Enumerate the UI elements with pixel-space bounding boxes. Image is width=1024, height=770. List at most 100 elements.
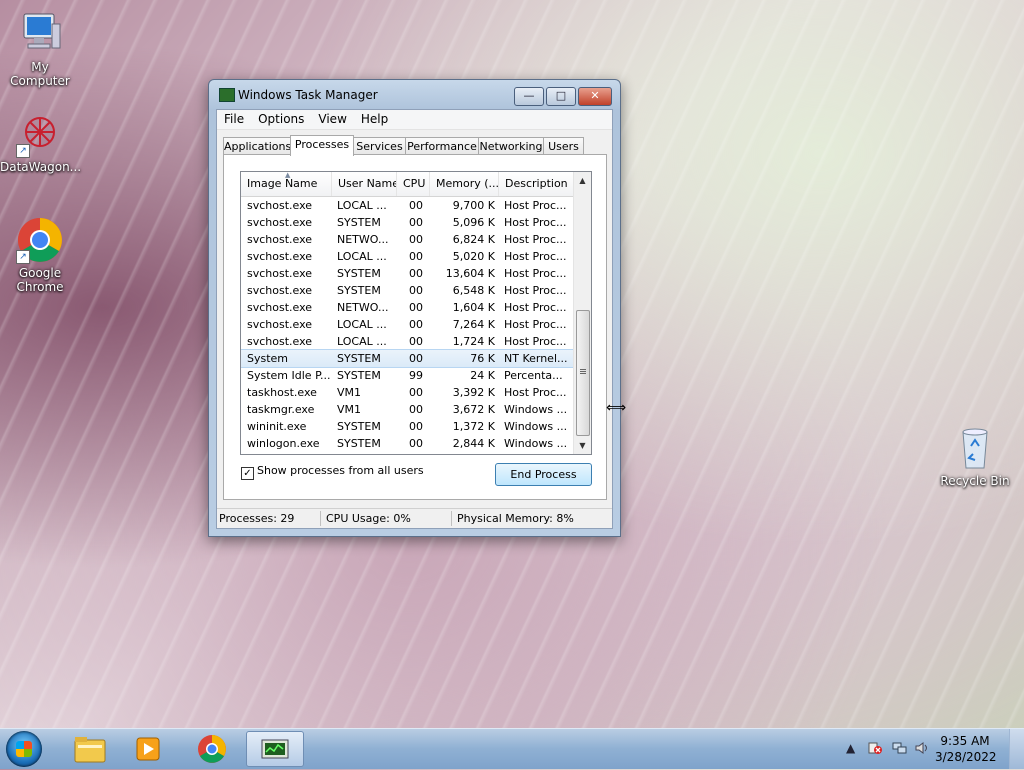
scrollbar-thumb[interactable] — [576, 310, 590, 436]
cell-cpu: 00 — [409, 386, 423, 399]
tab-users[interactable]: Users — [543, 137, 584, 155]
cell-image: svchost.exe — [247, 301, 313, 314]
process-list-header: ▲ Image Name User Name CPU Memory (... De… — [241, 172, 574, 197]
desktop-icon-datawagon[interactable]: ↗ DataWagon... — [0, 110, 81, 174]
cell-desc: Host Proc... — [504, 233, 567, 246]
cell-mem: 6,548 K — [452, 284, 495, 297]
table-row[interactable]: svchost.exe SYSTEM 00 6,548 K Host Proc... — [241, 282, 574, 299]
table-row[interactable]: svchost.exe SYSTEM 00 5,096 K Host Proc... — [241, 214, 574, 231]
table-row[interactable]: svchost.exe LOCAL ... 00 5,020 K Host Proc..… — [241, 248, 574, 265]
process-list[interactable]: ▲ Image Name User Name CPU Memory (... De… — [240, 171, 592, 455]
scroll-down-icon[interactable]: ▼ — [574, 437, 591, 454]
menu-file[interactable]: File — [217, 110, 251, 128]
cell-mem: 7,264 K — [452, 318, 495, 331]
cell-cpu: 00 — [409, 403, 423, 416]
taskbar-task-manager[interactable] — [246, 731, 304, 767]
cell-user: SYSTEM — [337, 420, 381, 433]
table-row[interactable]: svchost.exe LOCAL ... 00 9,700 K Host Proc..… — [241, 197, 574, 214]
cell-desc: Host Proc... — [504, 301, 567, 314]
taskbar-media-player[interactable] — [120, 731, 178, 767]
cell-image: taskhost.exe — [247, 386, 317, 399]
cell-user: VM1 — [337, 386, 362, 399]
cell-cpu: 00 — [409, 250, 423, 263]
column-image-name[interactable]: ▲ Image Name — [241, 172, 332, 196]
checkbox-checked-icon[interactable]: ✓ — [241, 467, 254, 480]
tab-processes[interactable]: Processes — [290, 135, 354, 156]
table-row[interactable]: taskmgr.exe VM1 00 3,672 K Windows ... — [241, 401, 574, 418]
cell-mem: 5,020 K — [452, 250, 495, 263]
menu-help[interactable]: Help — [354, 110, 395, 128]
cell-mem: 2,844 K — [452, 437, 495, 450]
network-icon[interactable] — [891, 741, 907, 758]
show-all-processes-checkbox[interactable]: ✓ Show processes from all users — [241, 464, 424, 480]
cell-image: svchost.exe — [247, 267, 313, 280]
menu-view[interactable]: View — [311, 110, 353, 128]
folder-icon — [74, 737, 106, 763]
cell-desc: Windows ... — [504, 420, 568, 433]
table-row[interactable]: taskhost.exe VM1 00 3,392 K Host Proc... — [241, 384, 574, 401]
desktop-icon-my-computer[interactable]: My Computer — [0, 10, 80, 88]
vertical-scrollbar[interactable]: ▲ ▼ — [573, 172, 591, 454]
status-processes: Processes: 29 — [219, 512, 295, 525]
table-row[interactable]: svchost.exe NETWO... 00 6,824 K Host Proc... — [241, 231, 574, 248]
table-row[interactable]: wininit.exe SYSTEM 00 1,372 K Windows ... — [241, 418, 574, 435]
end-process-button[interactable]: End Process — [495, 463, 592, 486]
window-client-area: File Options View Help Applications Process… — [216, 109, 613, 529]
scroll-up-icon[interactable]: ▲ — [574, 172, 591, 189]
maximize-button[interactable]: □ — [546, 87, 576, 106]
column-user-name[interactable]: User Name — [332, 172, 397, 196]
table-row[interactable]: svchost.exe LOCAL ... 00 7,264 K Host Proc..… — [241, 316, 574, 333]
tab-networking[interactable]: Networking — [478, 137, 544, 155]
cell-image: svchost.exe — [247, 250, 313, 263]
tab-applications[interactable]: Applications — [223, 137, 291, 155]
show-desktop-button[interactable] — [1009, 729, 1024, 769]
column-description[interactable]: Description — [499, 172, 574, 196]
cell-desc: Host Proc... — [504, 199, 567, 212]
desktop-icon-google-chrome[interactable]: ↗ Google Chrome — [0, 216, 80, 294]
desktop-icon-recycle-bin[interactable]: Recycle Bin — [935, 424, 1015, 488]
close-button[interactable]: ✕ — [578, 87, 612, 106]
cell-user: LOCAL ... — [337, 199, 387, 212]
action-center-icon[interactable] — [867, 741, 883, 758]
cell-image: svchost.exe — [247, 216, 313, 229]
cell-user: SYSTEM — [337, 216, 381, 229]
taskbar: ▲ 9:35 AM 3/28/2022 — [0, 728, 1024, 769]
cell-desc: Windows ... — [504, 437, 568, 450]
table-row[interactable]: svchost.exe NETWO... 00 1,604 K Host Proc... — [241, 299, 574, 316]
cell-mem: 76 K — [470, 352, 495, 365]
minimize-button[interactable]: — — [514, 87, 544, 106]
cell-desc: Host Proc... — [504, 250, 567, 263]
column-cpu[interactable]: CPU — [397, 172, 430, 196]
cell-image: wininit.exe — [247, 420, 307, 433]
status-cpu-usage: CPU Usage: 0% — [326, 512, 411, 525]
show-hidden-icons-icon[interactable]: ▲ — [846, 741, 855, 755]
tab-performance[interactable]: Performance — [405, 137, 479, 155]
window-titlebar[interactable]: Windows Task Manager — □ ✕ — [209, 80, 620, 108]
table-row[interactable]: winlogon.exe SYSTEM 00 2,844 K Windows ... — [241, 435, 574, 452]
cell-desc: NT Kernel... — [504, 352, 568, 365]
tab-services[interactable]: Services — [353, 137, 406, 155]
task-manager-window[interactable]: Windows Task Manager — □ ✕ File Options Vi… — [208, 79, 621, 537]
cell-desc: Host Proc... — [504, 335, 567, 348]
cell-cpu: 00 — [409, 352, 423, 365]
desktop-icon-label: Recycle Bin — [940, 474, 1010, 488]
status-physical-memory: Physical Memory: 8% — [457, 512, 574, 525]
clock[interactable]: 9:35 AM 3/28/2022 — [935, 733, 997, 765]
cell-cpu: 00 — [409, 301, 423, 314]
table-row[interactable]: svchost.exe LOCAL ... 00 1,724 K Host Proc..… — [241, 333, 574, 350]
table-row[interactable]: svchost.exe SYSTEM 00 13,604 K Host Proc... — [241, 265, 574, 282]
column-memory[interactable]: Memory (... — [430, 172, 499, 196]
table-row[interactable]: System Idle P... SYSTEM 99 24 K Percenta... — [241, 367, 574, 384]
cell-image: System — [247, 352, 289, 365]
cell-cpu: 00 — [409, 216, 423, 229]
start-button[interactable] — [6, 731, 42, 767]
cell-user: SYSTEM — [337, 267, 381, 280]
volume-icon[interactable] — [914, 741, 930, 758]
menu-options[interactable]: Options — [251, 110, 311, 128]
taskbar-explorer[interactable] — [60, 731, 118, 767]
taskbar-chrome[interactable] — [183, 731, 241, 767]
cell-image: taskmgr.exe — [247, 403, 315, 416]
cell-user: LOCAL ... — [337, 335, 387, 348]
table-row[interactable]: System SYSTEM 00 76 K NT Kernel... — [241, 349, 575, 368]
cell-user: SYSTEM — [337, 352, 381, 365]
